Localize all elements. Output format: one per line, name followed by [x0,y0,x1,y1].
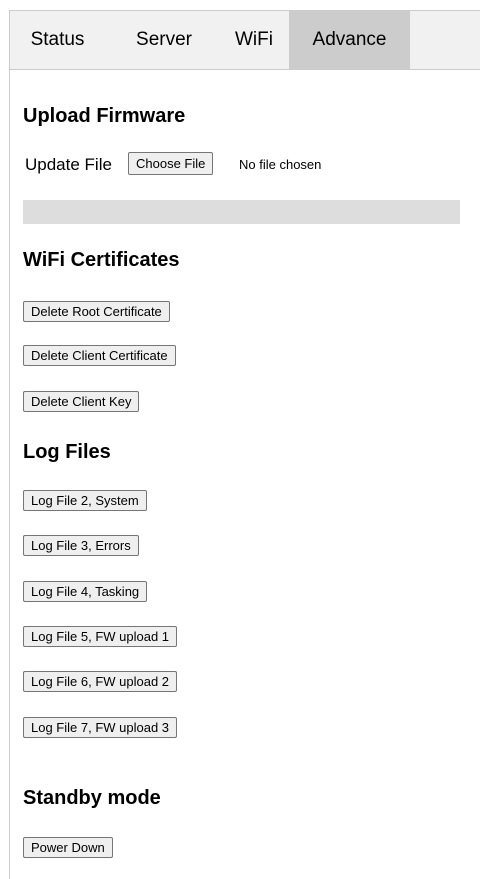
log-file-3-button[interactable]: Log File 3, Errors [23,535,139,556]
delete-client-key-button[interactable]: Delete Client Key [23,391,140,412]
log-files-heading: Log Files [23,441,111,463]
tab-status[interactable]: Status [10,11,105,69]
delete-client-certificate-button[interactable]: Delete Client Certificate [23,345,176,366]
tab-wifi[interactable]: WiFi [220,11,288,69]
log-file-5-button[interactable]: Log File 5, FW upload 1 [23,626,178,647]
delete-root-certificate-button[interactable]: Delete Root Certificate [23,301,170,322]
log-file-2-button[interactable]: Log File 2, System [23,490,147,511]
power-down-button[interactable]: Power Down [23,837,113,858]
tab-server[interactable]: Server [116,11,212,69]
main-panel: Status Server WiFi Advance Upload Firmwa… [9,10,480,879]
choose-file-button[interactable]: Choose File [128,152,214,175]
standby-mode-heading: Standby mode [23,787,161,809]
log-file-6-button[interactable]: Log File 6, FW upload 2 [23,671,178,692]
file-status-text: No file chosen [239,157,322,172]
wifi-certificates-heading: WiFi Certificates [23,249,180,271]
upload-firmware-heading: Upload Firmware [23,105,186,127]
upload-progress-bar [23,200,460,224]
update-file-label: Update File [25,155,112,174]
log-file-4-button[interactable]: Log File 4, Tasking [23,581,148,602]
tab-bar: Status Server WiFi Advance [10,11,480,70]
tab-advance[interactable]: Advance [289,11,410,69]
log-file-7-button[interactable]: Log File 7, FW upload 3 [23,717,178,738]
